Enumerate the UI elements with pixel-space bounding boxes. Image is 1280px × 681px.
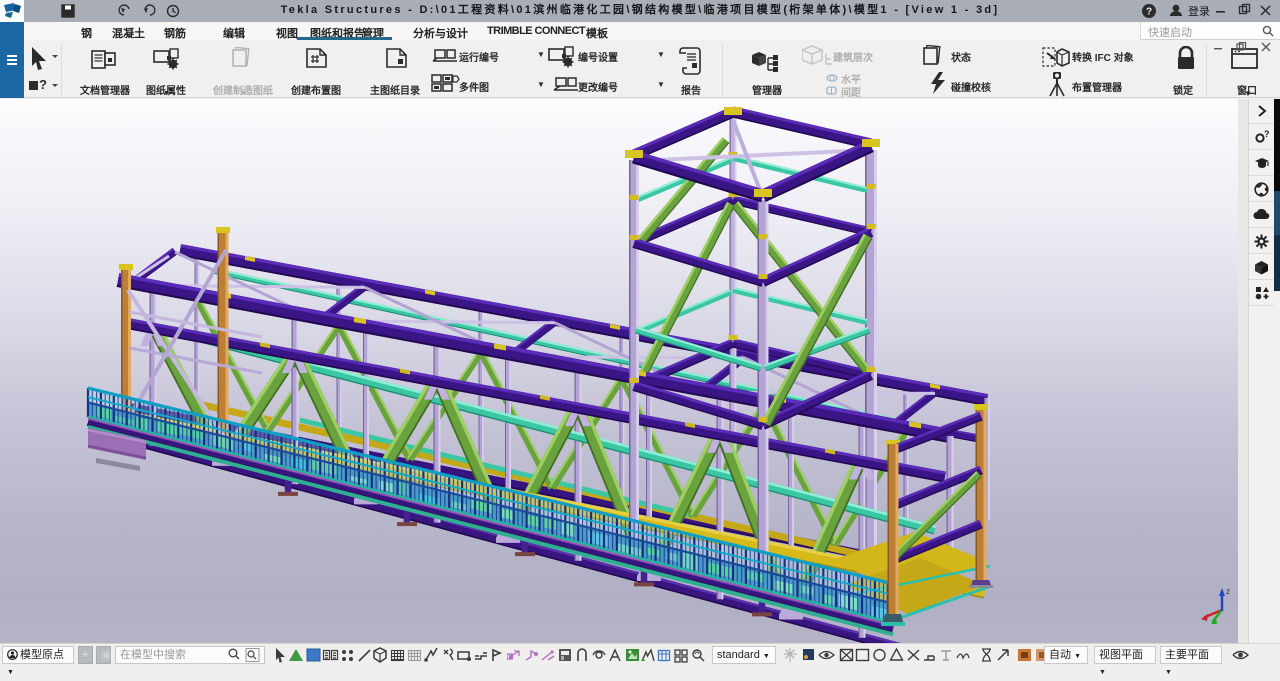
- svg-text:登录: 登录: [1188, 4, 1210, 18]
- svg-text:?: ?: [1264, 130, 1270, 139]
- svg-text:?: ?: [39, 77, 47, 92]
- svg-text:?: ?: [1146, 7, 1152, 18]
- svg-text:z: z: [1226, 587, 1230, 596]
